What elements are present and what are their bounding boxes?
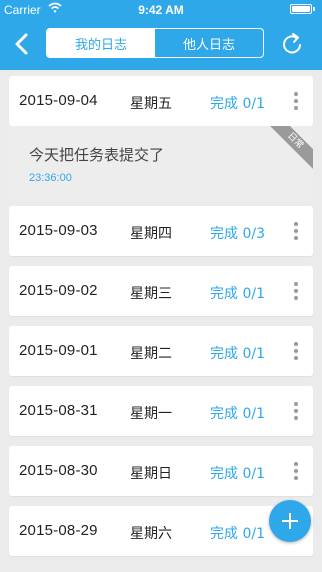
entry-tag-ribbon: 日常 [264,126,313,172]
log-status: 完成 0/1 [210,96,265,112]
log-entry[interactable]: 今天把任务表提交了 23:36:00 日常 [9,126,313,199]
log-row[interactable]: 2015-08-29 星期六 完成 0/1 [9,506,313,556]
log-row[interactable]: 2015-09-01 星期二 完成 0/1 [9,326,313,376]
more-options-icon[interactable] [293,462,299,480]
entry-time: 23:36:00 [29,172,72,184]
log-weekday: 星期六 [130,526,172,542]
nav-header: Carrier 9:42 AM 我的日志 他人日志 [0,0,322,70]
log-status: 完成 0/1 [210,406,265,422]
log-status: 完成 0/3 [210,226,265,242]
log-weekday: 星期四 [130,226,172,242]
log-status: 完成 0/1 [210,526,265,542]
clock: 9:42 AM [138,3,184,17]
log-weekday: 星期三 [130,286,172,302]
log-tabs: 我的日志 他人日志 [46,28,264,58]
log-weekday: 星期二 [130,346,172,362]
refresh-icon[interactable] [278,30,306,58]
log-weekday: 星期日 [130,466,172,482]
add-log-button[interactable] [269,500,311,542]
log-row[interactable]: 2015-09-04 星期五 完成 0/1 [9,76,313,126]
battery-icon [290,4,315,14]
more-options-icon[interactable] [293,222,299,240]
log-row[interactable]: 2015-09-02 星期三 完成 0/1 [9,266,313,316]
log-row[interactable]: 2015-08-30 星期日 完成 0/1 [9,446,313,496]
log-status: 完成 0/1 [210,346,265,362]
more-options-icon[interactable] [293,282,299,300]
log-row[interactable]: 2015-08-31 星期一 完成 0/1 [9,386,313,436]
log-status: 完成 0/1 [210,286,265,302]
log-weekday: 星期一 [130,406,172,422]
log-row[interactable]: 2015-09-03 星期四 完成 0/3 [9,206,313,256]
log-date: 2015-09-03 [19,222,98,239]
log-date: 2015-09-01 [19,342,98,359]
log-date: 2015-09-04 [19,92,98,109]
log-status: 完成 0/1 [210,466,265,482]
tab-my-logs[interactable]: 我的日志 [47,29,155,57]
log-weekday: 星期五 [130,96,172,112]
log-date: 2015-08-31 [19,402,98,419]
more-options-icon[interactable] [293,402,299,420]
status-bar: Carrier 9:42 AM [0,0,322,20]
log-date: 2015-09-02 [19,282,98,299]
tab-others-logs[interactable]: 他人日志 [155,29,263,57]
log-date: 2015-08-30 [19,462,98,479]
log-date: 2015-08-29 [19,522,98,539]
entry-text: 今天把任务表提交了 [29,146,165,164]
more-options-icon[interactable] [293,342,299,360]
more-options-icon[interactable] [293,92,299,110]
chevron-left-icon[interactable] [10,30,34,58]
